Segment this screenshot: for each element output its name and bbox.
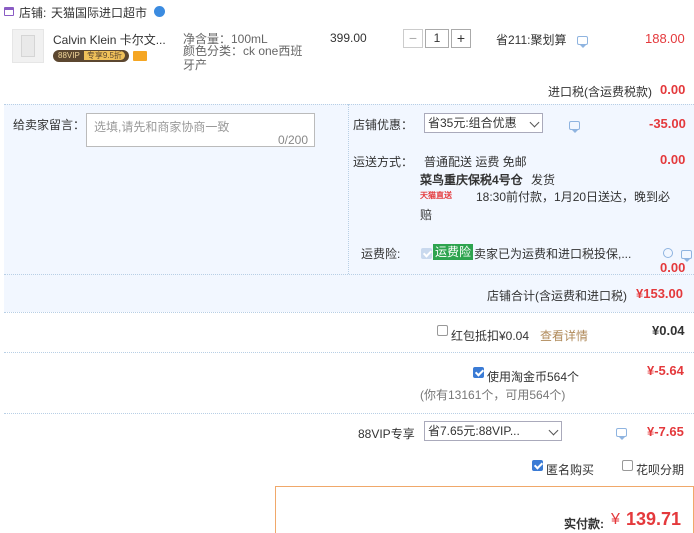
message-placeholder: 选填,请先和商家协商一致 [94, 120, 230, 134]
vip-discount: 专享9.5折 [83, 51, 126, 60]
product-subtotal: 188.00 [645, 31, 685, 46]
import-tax-label: 进口税(含运费税款) [548, 85, 652, 99]
store-total-value: ¥153.00 [636, 286, 683, 301]
product-title[interactable]: Calvin Klein 卡尔文... [53, 31, 166, 48]
vip88-value: ¥-7.65 [647, 424, 684, 439]
payment-currency: ¥ [611, 511, 620, 528]
freight-insurance-text: 卖家已为运费和进口税投保,... [474, 247, 632, 261]
card-icon [133, 51, 147, 61]
insurance-chat-icon[interactable] [680, 250, 692, 262]
huabei-checkbox[interactable] [622, 460, 633, 471]
vip-badge-label: 88VIP [58, 51, 80, 60]
store-chat-icon[interactable] [154, 6, 165, 17]
message-textarea[interactable]: 选填,请先和商家协商一致 0/200 [86, 113, 315, 147]
quantity-input[interactable]: 1 [425, 29, 449, 48]
unit-price: 399.00 [330, 31, 367, 45]
shipping-value: 0.00 [660, 152, 686, 167]
message-label: 给卖家留言： [13, 118, 86, 132]
delivery-promise: 18:30前付款，1月20日送达，晚到必赔 [420, 190, 671, 222]
freight-insurance-checkbox [421, 248, 432, 259]
red-packet-label: 红包抵扣¥0.04 [451, 329, 530, 343]
store-total-label: 店铺合计(含运费和进口税) [487, 289, 627, 303]
store-discount-label: 店铺优惠： [353, 118, 414, 132]
store-discount-value: -35.00 [649, 116, 686, 131]
coins-value: ¥-5.64 [647, 363, 684, 378]
promo-label: 省211:聚划算 [496, 33, 567, 47]
spec-color: 颜色分类：ck one西班牙产 [183, 44, 303, 72]
store-total-row [4, 274, 694, 275]
shipping-label: 运送方式： [353, 155, 414, 169]
anonymous-checkbox[interactable] [532, 460, 543, 471]
chevron-down-icon [529, 117, 540, 128]
store-label: 店铺: [19, 6, 47, 20]
ship-note: 发货 [531, 173, 556, 187]
vip88-row [4, 413, 694, 414]
store-icon [4, 7, 14, 16]
vip88-label: 88VIP专享 [358, 427, 415, 441]
help-icon[interactable] [663, 248, 673, 258]
discount-chat-icon[interactable] [569, 121, 581, 133]
vip88-chat-icon[interactable] [616, 428, 628, 440]
decrement-button[interactable]: − [403, 29, 423, 48]
coins-sub: (你有13161个，可用564个) [420, 388, 566, 402]
store-name[interactable]: 天猫国际进口超市 [51, 4, 147, 21]
vip-badge: 88VIP 专享9.5折 [53, 50, 129, 62]
coins-label: 使用淘金币564个 [487, 370, 580, 384]
payment-amount: 139.71 [626, 509, 682, 529]
red-packet-row [4, 312, 694, 313]
coins-checkbox[interactable] [473, 367, 484, 378]
coins-row [4, 352, 694, 353]
panel-divider [348, 104, 349, 274]
huabei-label: 花呗分期 [636, 463, 685, 477]
freight-insurance-label: 运费险: [361, 247, 401, 261]
anonymous-label: 匿名购买 [546, 463, 595, 477]
store-header: 店铺: 天猫国际进口超市 [0, 0, 694, 22]
store-discount-select[interactable]: 省35元:组合优惠 [424, 113, 543, 133]
payment-label: 实付款: [564, 517, 604, 531]
product-thumbnail[interactable] [12, 29, 44, 63]
vip88-select[interactable]: 省7.65元:88VIP... [424, 421, 562, 441]
chevron-down-icon [548, 425, 559, 436]
vip88-selected: 省7.65元:88VIP... [428, 424, 520, 438]
increment-button[interactable]: + [451, 29, 471, 48]
payment-box: 实付款: ¥ 139.71 [275, 486, 694, 533]
red-packet-link[interactable]: 查看详情 [540, 327, 588, 344]
shipping-method: 普通配送 运费 免邮 [424, 155, 527, 169]
freight-insurance-value: 0.00 [660, 260, 686, 275]
quantity-stepper: − 1 + [403, 29, 471, 48]
red-packet-checkbox[interactable] [437, 325, 448, 336]
store-discount-selected: 省35元:组合优惠 [428, 116, 517, 130]
bottle-icon [21, 35, 35, 57]
message-counter: 0/200 [277, 133, 308, 147]
import-tax-value: 0.00 [660, 82, 686, 97]
red-packet-value: ¥0.04 [652, 323, 685, 338]
freight-insurance-badge: 运费险 [433, 244, 474, 260]
warehouse-name: 菜鸟重庆保税4号仓 [420, 173, 523, 187]
promo-chat-icon[interactable] [577, 36, 588, 48]
